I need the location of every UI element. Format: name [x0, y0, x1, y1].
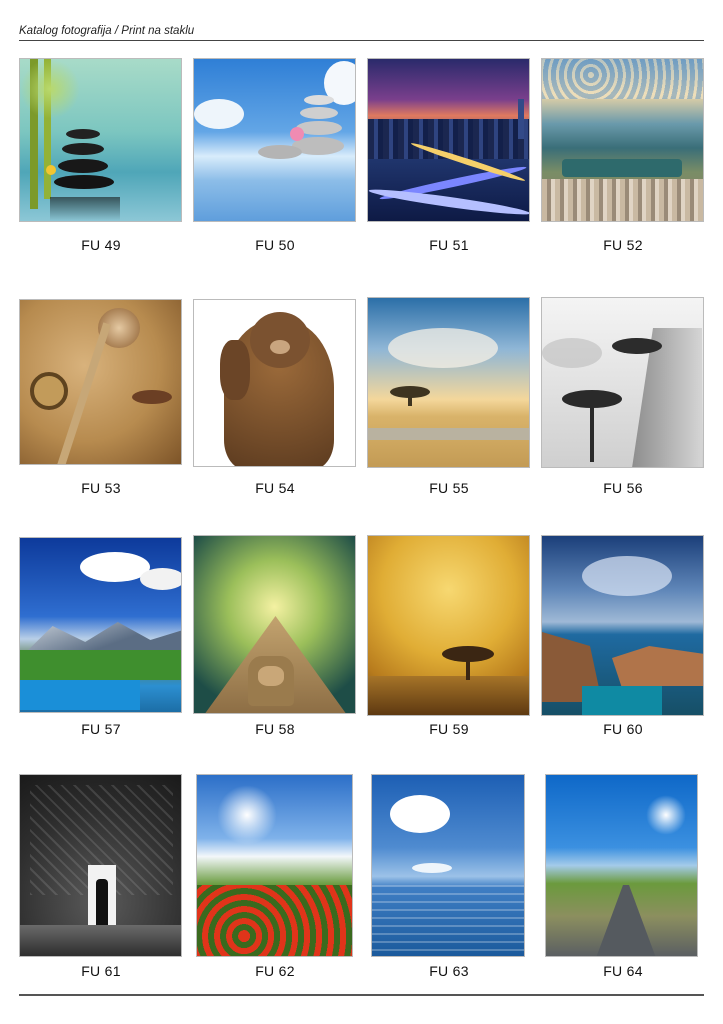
photo-fu-54[interactable] — [193, 299, 356, 467]
photo-fu-64[interactable] — [545, 774, 698, 957]
photo-fu-61[interactable] — [19, 774, 182, 957]
photo-fu-57[interactable] — [19, 537, 182, 713]
photo-code-label: FU 63 — [429, 963, 469, 979]
photo-fu-58[interactable] — [193, 535, 356, 714]
photo-fu-60[interactable] — [541, 535, 704, 716]
photo-code-label: FU 49 — [81, 237, 121, 253]
photo-code-label: FU 64 — [603, 963, 643, 979]
photo-fu-53[interactable] — [19, 299, 182, 465]
header-divider — [19, 40, 704, 41]
photo-fu-50[interactable] — [193, 58, 356, 222]
photo-code-label: FU 51 — [429, 237, 469, 253]
photo-code-label: FU 62 — [255, 963, 295, 979]
photo-code-label: FU 56 — [603, 480, 643, 496]
photo-code-label: FU 52 — [603, 237, 643, 253]
photo-code-label: FU 58 — [255, 721, 295, 737]
photo-fu-52[interactable] — [541, 58, 704, 222]
footer-divider — [19, 994, 704, 996]
photo-code-label: FU 50 — [255, 237, 295, 253]
photo-fu-55[interactable] — [367, 297, 530, 468]
photo-fu-63[interactable] — [371, 774, 525, 957]
photo-code-label: FU 61 — [81, 963, 121, 979]
photo-fu-56[interactable] — [541, 297, 704, 468]
photo-fu-49[interactable] — [19, 58, 182, 222]
page-header-title: Katalog fotografija / Print na staklu — [19, 25, 195, 37]
photo-code-label: FU 60 — [603, 721, 643, 737]
photo-code-label: FU 59 — [429, 721, 469, 737]
photo-fu-51[interactable] — [367, 58, 530, 222]
photo-code-label: FU 54 — [255, 480, 295, 496]
photo-fu-62[interactable] — [196, 774, 353, 957]
photo-code-label: FU 53 — [81, 480, 121, 496]
photo-fu-59[interactable] — [367, 535, 530, 716]
photo-code-label: FU 57 — [81, 721, 121, 737]
photo-code-label: FU 55 — [429, 480, 469, 496]
